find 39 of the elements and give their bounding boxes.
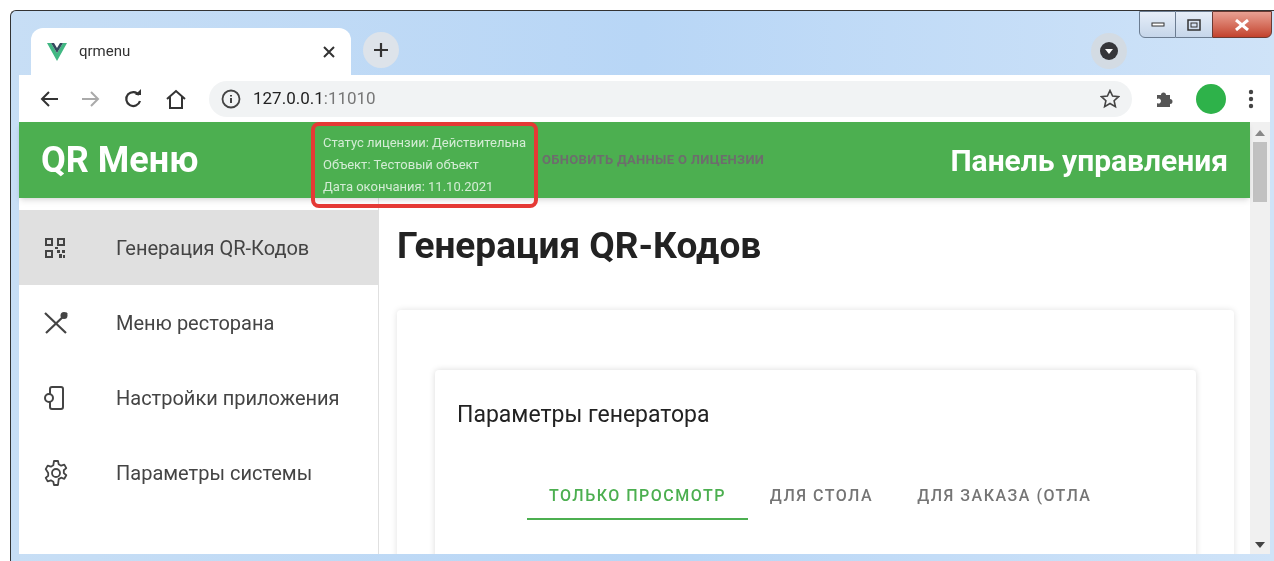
info-icon xyxy=(221,88,241,109)
license-info-text: Объект: Тестовый объект xyxy=(323,156,480,174)
settings-icon xyxy=(43,459,69,486)
maximize-button[interactable] xyxy=(1176,11,1212,38)
tab[interactable]: ДЛЯ СТОЛА xyxy=(747,474,896,520)
license-info-text: Дата окончания: 11.10.2021 xyxy=(323,178,495,196)
page-title: Генерация QR-Кодов xyxy=(397,223,763,269)
tab[interactable]: ДЛЯ ЗАКАЗА (ОТЛА xyxy=(895,474,1114,520)
qr-code-icon xyxy=(43,235,67,260)
sidebar-item[interactable]: Генерация QR-Кодов xyxy=(19,210,378,285)
close-icon[interactable] xyxy=(323,45,335,58)
plus-icon xyxy=(373,42,389,58)
tab-search-button[interactable] xyxy=(1091,33,1127,69)
new-tab-button[interactable] xyxy=(363,32,399,68)
browser-tab[interactable]: qrmenu xyxy=(31,28,351,75)
scroll-up-arrow-icon[interactable] xyxy=(1255,130,1265,136)
close-button[interactable] xyxy=(1212,11,1272,38)
star-icon[interactable] xyxy=(1100,88,1120,109)
tab-title: qrmenu xyxy=(79,41,132,63)
maximize-icon xyxy=(1187,18,1201,31)
cutlery-icon xyxy=(43,310,69,335)
url-text: 127.0.0.1:11010 xyxy=(253,86,377,110)
reload-icon[interactable] xyxy=(123,88,143,109)
minimize-button[interactable] xyxy=(1139,11,1176,38)
menu-icon[interactable] xyxy=(1248,88,1254,109)
phone-settings-icon xyxy=(43,384,67,411)
minimize-icon xyxy=(1150,22,1165,27)
close-icon xyxy=(1234,18,1250,31)
panel-title: Панель управления xyxy=(950,141,1228,180)
home-icon[interactable] xyxy=(165,88,187,109)
profile-avatar[interactable] xyxy=(1196,83,1226,114)
card-title: Параметры генератора xyxy=(457,400,711,430)
address-bar[interactable]: 127.0.0.1:11010 xyxy=(209,80,1132,117)
scrollbar-thumb[interactable] xyxy=(1253,142,1267,202)
license-info-text: Статус лицензии: Действительна xyxy=(323,134,527,152)
scroll-down-arrow-icon[interactable] xyxy=(1255,542,1265,548)
back-arrow-icon[interactable] xyxy=(39,89,59,108)
v-logo-icon xyxy=(47,42,67,61)
scrollbar[interactable] xyxy=(1250,122,1270,554)
